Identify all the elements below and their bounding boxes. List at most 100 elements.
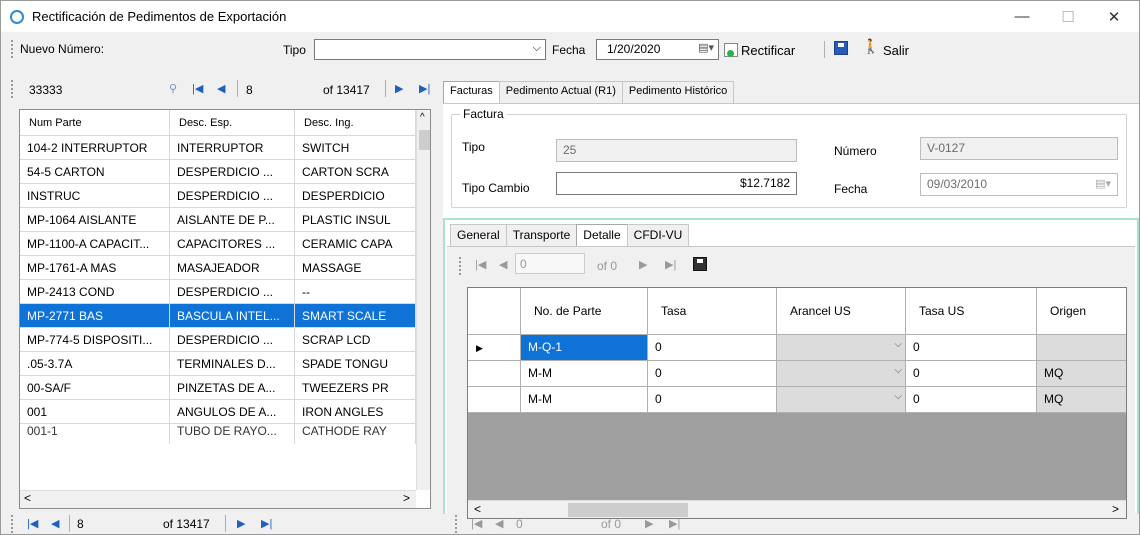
next-record-icon[interactable]: ▶ — [237, 517, 245, 530]
position-input[interactable]: 8 — [77, 517, 84, 531]
table-row[interactable]: MP-1761-A MAS MASAJEADOR MASSAGE — [20, 256, 416, 280]
cell[interactable]: M-M — [521, 387, 648, 413]
chevron-down-icon[interactable]: ⌵ — [894, 365, 902, 376]
tab-pedimento-historico[interactable]: Pedimento Histórico — [621, 81, 735, 103]
column-header-tasa-us[interactable]: Tasa US — [906, 288, 1037, 335]
maximize-button[interactable]: ☐ — [1045, 1, 1091, 32]
cell: AISLANTE DE P... — [170, 208, 295, 232]
parts-grid[interactable]: Num Parte Desc. Esp. Desc. Ing. 104-2 IN… — [19, 109, 431, 509]
last-record-icon[interactable]: ▶| — [665, 258, 676, 271]
fecha-picker[interactable]: 1/20/2020 ▤▾ — [596, 39, 719, 60]
save-icon[interactable] — [693, 257, 707, 271]
last-record-icon[interactable]: ▶| — [419, 82, 430, 95]
table-row[interactable]: MP-1064 AISLANTE AISLANTE DE P... PLASTIC … — [20, 208, 416, 232]
toolbar-grip-icon — [11, 80, 14, 98]
search-value[interactable]: 33333 — [29, 83, 62, 97]
arancel-dropdown[interactable]: ⌵ — [777, 361, 906, 387]
rectificar-button[interactable]: Rectificar — [741, 43, 795, 58]
detail-grid[interactable]: No. de Parte Tasa Arancel US Tasa US Ori… — [467, 287, 1127, 519]
table-row[interactable]: 54-5 CARTON DESPERDICIO ... CARTON SCRA — [20, 160, 416, 184]
minimize-button[interactable]: — — [999, 1, 1045, 32]
first-record-icon[interactable]: |◀ — [192, 82, 203, 95]
prev-record-icon[interactable]: ◀ — [499, 258, 507, 271]
table-row[interactable]: 001 ANGULOS DE A... IRON ANGLES — [20, 400, 416, 424]
tipo-field[interactable]: 25 — [556, 139, 797, 162]
column-header-num-parte[interactable]: Num Parte — [20, 110, 170, 136]
tab-cfdi-vu[interactable]: CFDI-VU — [626, 224, 690, 246]
close-button[interactable]: ✕ — [1091, 1, 1137, 32]
table-row[interactable]: MP-1100-A CAPACIT... CAPACITORES ... CERAM… — [20, 232, 416, 256]
table-row[interactable]: 00-SA/F PINZETAS DE A... TWEEZERS PR — [20, 376, 416, 400]
scroll-right-icon[interactable]: > — [403, 491, 410, 505]
table-row[interactable]: MP-2413 COND DESPERDICIO ... -- — [20, 280, 416, 304]
table-row[interactable]: ▶ M-Q-1 0 ⌵ 0 — [468, 335, 1126, 361]
table-row[interactable]: M-M 0 ⌵ 0 MQ — [468, 361, 1126, 387]
position-input[interactable]: 0 — [516, 517, 523, 531]
cell[interactable]: M-M — [521, 361, 648, 387]
detail-position-input[interactable]: 0 — [515, 253, 585, 274]
chevron-down-icon[interactable]: ⌵ — [894, 391, 902, 402]
cell[interactable]: 0 — [648, 387, 777, 413]
tab-transporte[interactable]: Transporte — [505, 224, 578, 246]
tab-facturas[interactable]: Facturas — [443, 81, 500, 104]
numero-field[interactable]: V-0127 — [920, 137, 1118, 160]
table-row[interactable]: M-M 0 ⌵ 0 MQ — [468, 387, 1126, 413]
table-row-selected[interactable]: MP-2771 BAS BASCULA INTEL... SMART SCALE — [20, 304, 416, 328]
salir-button[interactable]: Salir — [883, 43, 909, 58]
table-row[interactable]: 104-2 INTERRUPTOR INTERRUPTOR SWITCH — [20, 136, 416, 160]
cell[interactable]: 0 — [906, 361, 1037, 387]
salir-icon[interactable]: 🚶 — [862, 38, 879, 55]
tab-detalle[interactable]: Detalle — [576, 224, 628, 247]
cell[interactable]: 0 — [648, 335, 777, 361]
scroll-thumb[interactable] — [568, 503, 688, 517]
table-row[interactable]: INSTRUC DESPERDICIO ... DESPERDICIO — [20, 184, 416, 208]
scroll-right-icon[interactable]: > — [1112, 502, 1119, 516]
chevron-down-icon[interactable]: ⌵ — [894, 339, 902, 350]
tab-general[interactable]: General — [450, 224, 507, 246]
prev-record-icon[interactable]: ◀ — [51, 517, 59, 530]
arancel-dropdown[interactable]: ⌵ — [777, 387, 906, 413]
tipo-cambio-field[interactable]: $12.7182 — [556, 172, 797, 195]
vertical-scrollbar[interactable]: ^ — [416, 110, 430, 490]
column-header-origen[interactable]: Origen — [1037, 288, 1126, 335]
rectificar-icon[interactable] — [724, 43, 738, 57]
prev-record-icon[interactable]: ◀ — [217, 82, 225, 95]
column-header-desc-ing[interactable]: Desc. Ing. — [295, 110, 416, 136]
search-icon[interactable]: ⚲ — [169, 82, 177, 95]
save-icon[interactable] — [834, 41, 848, 55]
table-row[interactable]: .05-3.7A TERMINALES D... SPADE TONGU — [20, 352, 416, 376]
next-record-icon[interactable]: ▶ — [395, 82, 403, 95]
first-record-icon[interactable]: |◀ — [27, 517, 38, 530]
cell: SMART SCALE — [295, 304, 416, 328]
fecha-field[interactable]: 09/03/2010 ▤▾ — [920, 173, 1118, 196]
scroll-left-icon[interactable]: < — [474, 502, 481, 516]
cell[interactable]: M-Q-1 — [521, 335, 648, 361]
tab-pedimento-actual[interactable]: Pedimento Actual (R1) — [498, 81, 623, 103]
next-record-icon[interactable]: ▶ — [639, 258, 647, 271]
column-header-arancel-us[interactable]: Arancel US — [777, 288, 906, 335]
calendar-icon[interactable]: ▤▾ — [1095, 177, 1111, 190]
column-header-no-parte[interactable]: No. de Parte — [521, 288, 648, 335]
scroll-thumb[interactable] — [419, 130, 430, 150]
detalle-panel: |◀ ◀ 0 of 0 ▶ ▶| No. de Parte Tasa Aranc… — [447, 246, 1135, 519]
column-header-desc-esp[interactable]: Desc. Esp. — [170, 110, 295, 136]
table-row[interactable]: 001-1 TUBO DE RAYO... CATHODE RAY — [20, 424, 416, 444]
scroll-left-icon[interactable]: < — [24, 491, 31, 505]
nav-separator — [385, 80, 386, 97]
horizontal-scrollbar[interactable]: < > — [20, 490, 416, 508]
chevron-down-icon[interactable]: ⌵ — [533, 42, 541, 55]
cell: MP-2413 COND — [20, 280, 170, 304]
arancel-dropdown[interactable]: ⌵ — [777, 335, 906, 361]
tipo-select[interactable]: ⌵ — [314, 39, 546, 60]
horizontal-scrollbar[interactable]: < > — [468, 500, 1126, 518]
scroll-up-icon[interactable]: ^ — [420, 112, 425, 123]
calendar-icon[interactable]: ▤▾ — [698, 41, 714, 54]
cell[interactable]: 0 — [906, 387, 1037, 413]
cell[interactable]: 0 — [906, 335, 1037, 361]
first-record-icon[interactable]: |◀ — [475, 258, 486, 271]
position-input[interactable]: 8 — [246, 83, 253, 97]
table-row[interactable]: MP-774-5 DISPOSITI... DESPERDICIO ... SCRA… — [20, 328, 416, 352]
last-record-icon[interactable]: ▶| — [261, 517, 272, 530]
cell[interactable]: 0 — [648, 361, 777, 387]
column-header-tasa[interactable]: Tasa — [648, 288, 777, 335]
